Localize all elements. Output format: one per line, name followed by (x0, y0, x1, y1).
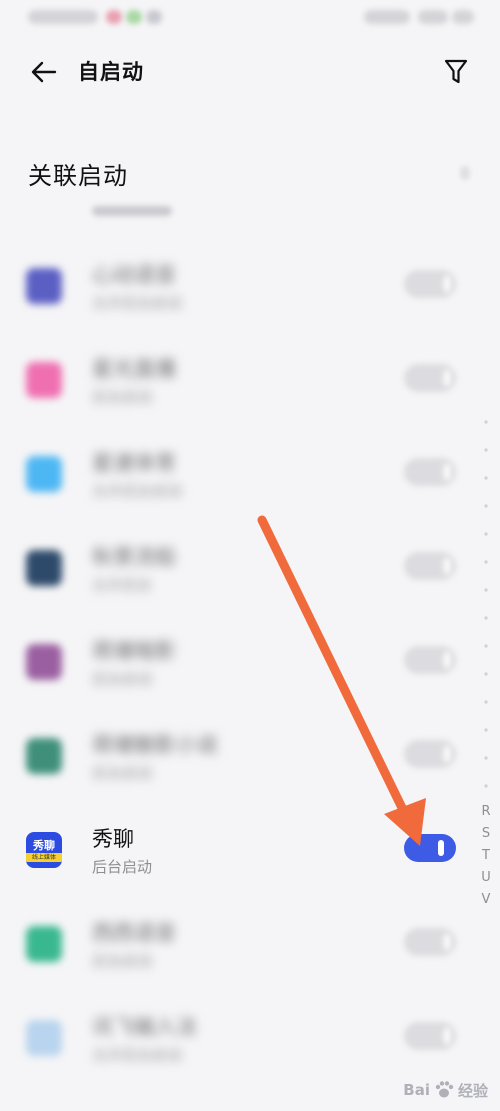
toggle-knob (438, 840, 444, 856)
app-row[interactable]: 秋景流船 允许后台 (0, 518, 500, 612)
section-toggle-blurred (460, 166, 470, 180)
toggle-knob (444, 370, 450, 386)
index-letter-u[interactable]: U (478, 870, 494, 886)
auto-start-toggle[interactable] (404, 834, 456, 862)
watermark-suffix: 经验 (457, 1081, 488, 1100)
section-subtext-blurred (92, 206, 172, 216)
toggle-knob (444, 746, 450, 762)
app-row[interactable]: 星光直播 后台启动 (0, 330, 500, 424)
app-name: 心动语音 (92, 263, 176, 287)
app-row[interactable]: 荷塘魅影小说后台启动 (0, 706, 500, 800)
header: 自启动 (0, 40, 500, 104)
app-icon (26, 456, 62, 492)
app-subtitle: 后台启动 (92, 764, 153, 782)
app-name: 秀聊 (92, 827, 134, 851)
back-button[interactable] (26, 54, 62, 90)
index-letter-v[interactable]: V (478, 892, 494, 908)
status-bar (0, 0, 500, 40)
app-icon: 秀聊 线上媒体 (26, 832, 62, 868)
app-icon (26, 926, 62, 962)
auto-start-toggle[interactable] (404, 1022, 456, 1050)
status-time-blurred (28, 8, 188, 26)
watermark-brand: Bai (403, 1081, 430, 1099)
app-icon-sublabel: 线上媒体 (26, 852, 62, 862)
app-name: 星速体育 (92, 451, 176, 475)
app-subtitle: 后台启动 (92, 858, 153, 876)
index-letter-t[interactable]: T (478, 848, 494, 864)
app-row[interactable]: 荷塘暗影 后台启动 (0, 612, 500, 706)
index-letter-s[interactable]: S (478, 826, 494, 842)
auto-start-toggle[interactable] (404, 364, 456, 392)
auto-start-toggle[interactable] (404, 928, 456, 956)
app-icon (26, 644, 62, 680)
arrow-left-icon (31, 61, 57, 83)
toggle-knob (444, 558, 450, 574)
app-subtitle: 后台启动 (92, 388, 153, 406)
app-icon (26, 362, 62, 398)
filter-button[interactable] (438, 54, 474, 90)
index-dots (484, 420, 488, 788)
app-icon (26, 1020, 62, 1056)
app-name: 荷塘暗影 (92, 639, 176, 663)
app-name: 星光直播 (92, 357, 176, 381)
auto-start-toggle[interactable] (404, 646, 456, 674)
alphabet-index-bar[interactable]: R S T U V (478, 412, 494, 912)
app-row[interactable]: 西西语音 后台启动 (0, 894, 500, 988)
app-row[interactable]: 星速体育允许后台启动 (0, 424, 500, 518)
app-icon (26, 738, 62, 774)
app-icon-label: 秀聊 (33, 838, 55, 852)
toggle-knob (444, 934, 450, 950)
app-subtitle: 后台启动 (92, 952, 153, 970)
app-icon (26, 550, 62, 586)
toggle-knob (444, 652, 450, 668)
app-name: 秋景流船 (92, 545, 176, 569)
app-row[interactable]: 秀聊 线上媒体 秀聊 后台启动 (0, 800, 500, 894)
app-name: 讯飞输入法 (92, 1015, 197, 1039)
auto-start-toggle[interactable] (404, 458, 456, 486)
app-name: 西西语音 (92, 921, 176, 945)
watermark: Bai 经验 (403, 1079, 488, 1101)
index-letter-r[interactable]: R (478, 804, 494, 820)
toggle-knob (444, 464, 450, 480)
app-row[interactable]: 心动语音允许后台启动 (0, 236, 500, 330)
app-subtitle: 允许后台启动 (92, 482, 183, 500)
auto-start-toggle[interactable] (404, 270, 456, 298)
filter-icon (444, 59, 468, 84)
status-icons-blurred (364, 8, 474, 26)
auto-start-toggle[interactable] (404, 740, 456, 768)
app-subtitle: 允许后台 (92, 576, 153, 594)
app-row[interactable]: 讯飞输入法允许后台启动 (0, 988, 500, 1082)
page-title: 自启动 (78, 60, 144, 84)
app-icon (26, 268, 62, 304)
paw-icon (435, 1081, 454, 1098)
section-title: 关联启动 (28, 162, 128, 190)
app-subtitle: 允许后台启动 (92, 294, 183, 312)
toggle-knob (444, 276, 450, 292)
app-subtitle: 后台启动 (92, 670, 153, 688)
app-name: 荷塘魅影小说 (92, 733, 218, 757)
toggle-knob (444, 1028, 450, 1044)
auto-start-toggle[interactable] (404, 552, 456, 580)
app-subtitle: 允许后台启动 (92, 1046, 183, 1064)
